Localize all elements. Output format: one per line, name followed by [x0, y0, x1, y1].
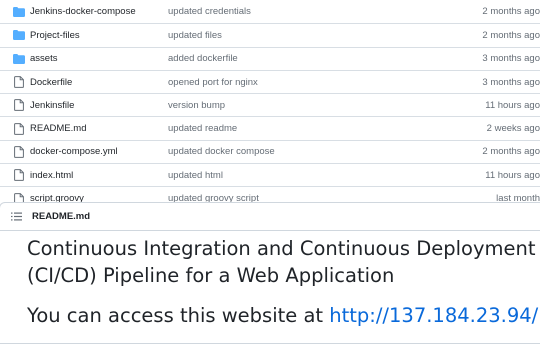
file-icon [0, 122, 30, 135]
commit-age: 3 months ago [482, 53, 540, 65]
file-row[interactable]: Jenkins-docker-compose updated credential… [0, 0, 540, 23]
file-name-link[interactable]: README.md [30, 123, 168, 134]
access-line: You can access this website at http://13… [27, 304, 538, 327]
file-row[interactable]: Project-files updated files 2 months ago [0, 23, 540, 46]
file-icon [0, 146, 30, 158]
folder-icon [0, 30, 30, 41]
file-name-link[interactable]: Jenkins-docker-compose [30, 6, 168, 17]
folder-icon [0, 6, 30, 17]
commit-age: 2 months ago [482, 146, 540, 158]
file-row[interactable]: Dockerfile opened port for nginx 3 months … [0, 69, 540, 93]
commit-age: 3 months ago [482, 76, 540, 88]
file-name-link[interactable]: index.html [30, 170, 168, 181]
file-name-link[interactable]: Project-files [30, 30, 168, 41]
commit-message-link[interactable]: updated readme [168, 123, 414, 134]
commit-message-link[interactable]: updated credentials [168, 6, 414, 17]
list-icon[interactable] [11, 212, 22, 221]
file-icon [0, 76, 30, 88]
commit-message-link[interactable]: updated files [168, 30, 414, 41]
file-list: Jenkins-docker-compose updated credential… [0, 0, 540, 211]
readme-header: README.md [0, 203, 540, 231]
readme-heading: Continuous Integration and Continuous De… [27, 237, 536, 287]
file-row[interactable]: docker-compose.yml updated docker compose… [0, 139, 540, 163]
file-row[interactable]: Jenkinsfile version bump 11 hours ago [0, 93, 540, 116]
file-icon [0, 99, 30, 112]
file-row[interactable]: index.html updated html 11 hours ago [0, 163, 540, 186]
commit-message-link[interactable]: added dockerfile [168, 53, 414, 64]
commit-message-link[interactable]: opened port for nginx [168, 77, 414, 88]
readme-filename: README.md [32, 211, 91, 222]
readme-panel: README.md Continuous Integration and Con… [0, 202, 540, 344]
file-icon [0, 169, 30, 182]
file-name-link[interactable]: assets [30, 53, 168, 64]
commit-age: 11 hours ago [485, 169, 540, 181]
commit-message-link[interactable]: version bump [168, 100, 414, 111]
file-row[interactable]: README.md updated readme 2 weeks ago [0, 116, 540, 139]
commit-age: 11 hours ago [485, 99, 540, 111]
commit-age: 2 months ago [482, 29, 540, 41]
website-link[interactable]: http://137.184.23.94/ [329, 304, 538, 327]
file-name-link[interactable]: docker-compose.yml [30, 146, 168, 157]
file-name-link[interactable]: Dockerfile [30, 77, 168, 88]
file-row[interactable]: assets added dockerfile 3 months ago [0, 46, 540, 70]
commit-age: 2 weeks ago [486, 123, 540, 135]
access-text: You can access this website at [27, 304, 330, 327]
folder-icon [0, 53, 30, 64]
commit-message-link[interactable]: updated html [168, 170, 414, 181]
commit-message-link[interactable]: updated docker compose [168, 146, 414, 157]
file-name-link[interactable]: Jenkinsfile [30, 100, 168, 111]
commit-age: 2 months ago [482, 6, 540, 18]
